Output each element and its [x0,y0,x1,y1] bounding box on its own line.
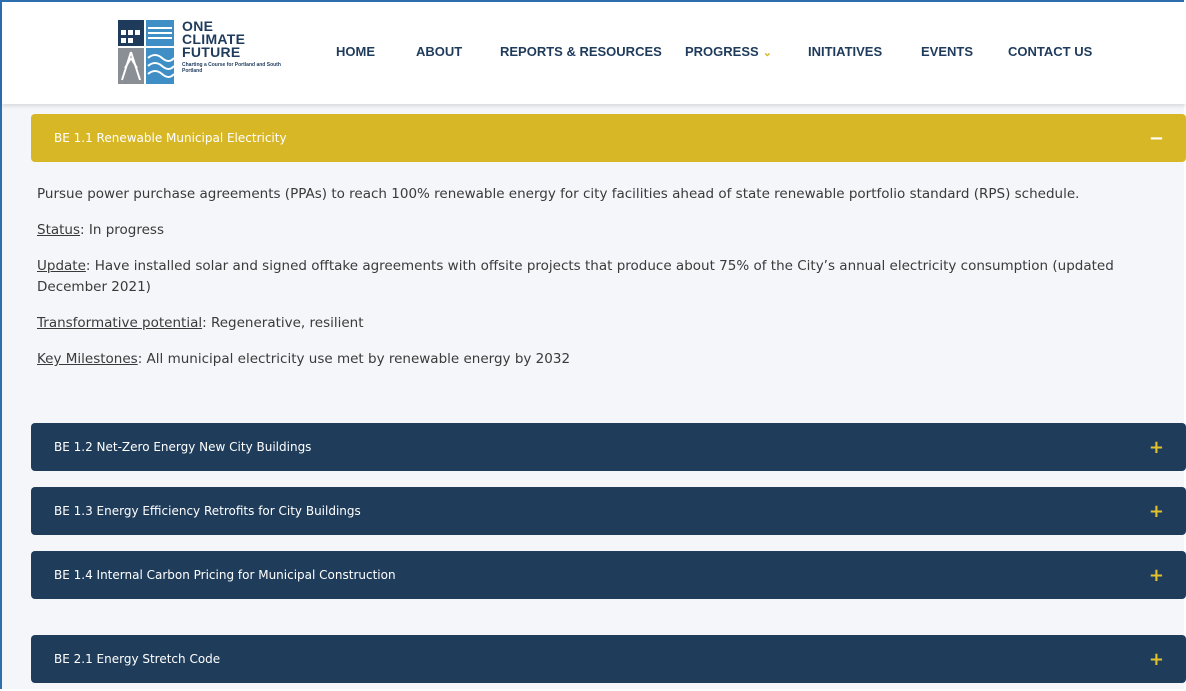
expand-icon[interactable]: + [1149,437,1164,458]
logo-text: ONE CLIMATE FUTURE Charting a Course for… [182,19,292,74]
milestones-line: Key Milestones: All municipal electricit… [37,349,1167,370]
status-label: Status [37,222,81,238]
expand-icon[interactable]: + [1149,649,1164,670]
nav-item-home[interactable]: HOME [336,44,375,59]
potential-value: : Regenerative, resilient [202,315,364,331]
milestones-value: : All municipal electricity use met by r… [137,351,571,367]
panel-title: BE 1.1 Renewable Municipal Electricity [54,131,287,145]
update-value: : Have installed solar and signed offtak… [37,258,1114,295]
expand-icon[interactable]: + [1149,565,1164,586]
panel-title: BE 2.1 Energy Stretch Code [54,652,221,666]
accordion-panel-be-1-4[interactable]: BE 1.4 Internal Carbon Pricing for Munic… [31,551,1186,599]
update-line: Update: Have installed solar and signed … [37,256,1167,298]
site-header: ONE CLIMATE FUTURE Charting a Course for… [2,2,1186,104]
nav-item-progress-label: PROGRESS [685,44,759,59]
accordion-content: Pursue power purchase agreements (PPAs) … [37,184,1167,385]
chevron-down-icon: ⌄ [762,47,772,59]
status-value: : In progress [80,222,164,238]
panel-title: BE 1.2 Net-Zero Energy New City Building… [54,440,312,454]
milestones-label: Key Milestones [37,351,138,367]
logo-tagline: Charting a Course for Portland and South… [182,62,281,74]
site-logo[interactable]: ONE CLIMATE FUTURE Charting a Course for… [116,18,296,92]
nav-item-about[interactable]: ABOUT [416,44,462,59]
panel-title: BE 1.3 Energy Efficiency Retrofits for C… [54,504,361,518]
nav-item-contact-us[interactable]: CONTACT US [1008,44,1092,59]
logo-line-three: FUTURE [182,44,241,60]
nav-item-reports-resources[interactable]: REPORTS & RESOURCES [500,44,662,59]
collapse-icon[interactable]: − [1149,128,1164,149]
panel-description: Pursue power purchase agreements (PPAs) … [37,186,1080,202]
update-label: Update [37,258,86,274]
expand-icon[interactable]: + [1149,501,1164,522]
accordion-panel-be-1-3[interactable]: BE 1.3 Energy Efficiency Retrofits for C… [31,487,1186,535]
nav-item-initiatives[interactable]: INITIATIVES [808,44,882,59]
accordion-panel-be-1-1[interactable]: BE 1.1 Renewable Municipal Electricity − [31,114,1186,162]
accordion-panel-be-2-1[interactable]: BE 2.1 Energy Stretch Code + [31,635,1186,683]
panel-title: BE 1.4 Internal Carbon Pricing for Munic… [54,568,396,582]
nav-item-events[interactable]: EVENTS [921,44,973,59]
logo-mark-icon [118,20,175,84]
nav-item-progress[interactable]: PROGRESS ⌄ [685,44,772,59]
status-line: Status: In progress [37,220,1167,241]
potential-label: Transformative potential [37,315,203,331]
accordion-panel-be-1-2[interactable]: BE 1.2 Net-Zero Energy New City Building… [31,423,1186,471]
potential-line: Transformative potential: Regenerative, … [37,313,1167,334]
